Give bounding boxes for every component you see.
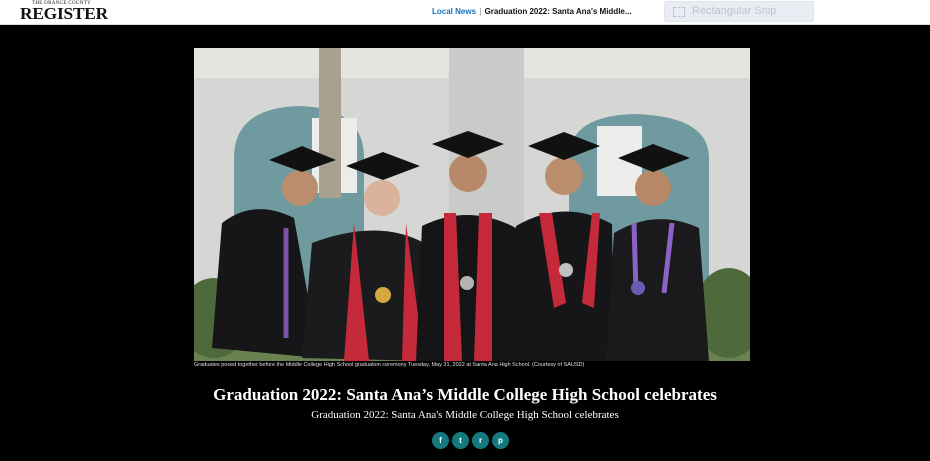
- photo-caption: Graduates posed together before the Midd…: [194, 362, 585, 368]
- breadcrumb: Local News | Graduation 2022: Santa Ana'…: [432, 7, 632, 16]
- graduates-photo: [194, 48, 750, 361]
- twitter-share-button[interactable]: t: [452, 432, 469, 449]
- reddit-icon: r: [478, 436, 483, 445]
- logo-big-text: REGISTER: [20, 4, 108, 23]
- rectangular-snip-button[interactable]: Rectangular Snip: [664, 1, 814, 22]
- facebook-icon: f: [439, 436, 442, 445]
- article-headline: Graduation 2022: Santa Ana’s Middle Coll…: [213, 385, 717, 404]
- breadcrumb-current: Graduation 2022: Santa Ana's Middle...: [484, 7, 632, 16]
- article-photo: [194, 48, 750, 361]
- print-icon: p: [498, 436, 503, 445]
- top-bar: THE ORANGE COUNTY REGISTER Local News | …: [0, 0, 930, 25]
- reddit-share-button[interactable]: r: [472, 432, 489, 449]
- snip-label: Rectangular Snip: [692, 5, 777, 17]
- breadcrumb-section-link[interactable]: Local News: [432, 7, 476, 16]
- twitter-icon: t: [459, 436, 462, 445]
- site-logo[interactable]: THE ORANGE COUNTY REGISTER: [20, 1, 108, 23]
- article-subheadline: Graduation 2022: Santa Ana's Middle Coll…: [311, 409, 619, 421]
- facebook-share-button[interactable]: f: [432, 432, 449, 449]
- breadcrumb-separator: |: [479, 7, 482, 16]
- print-button[interactable]: p: [492, 432, 509, 449]
- rectangular-snip-icon: [673, 7, 685, 17]
